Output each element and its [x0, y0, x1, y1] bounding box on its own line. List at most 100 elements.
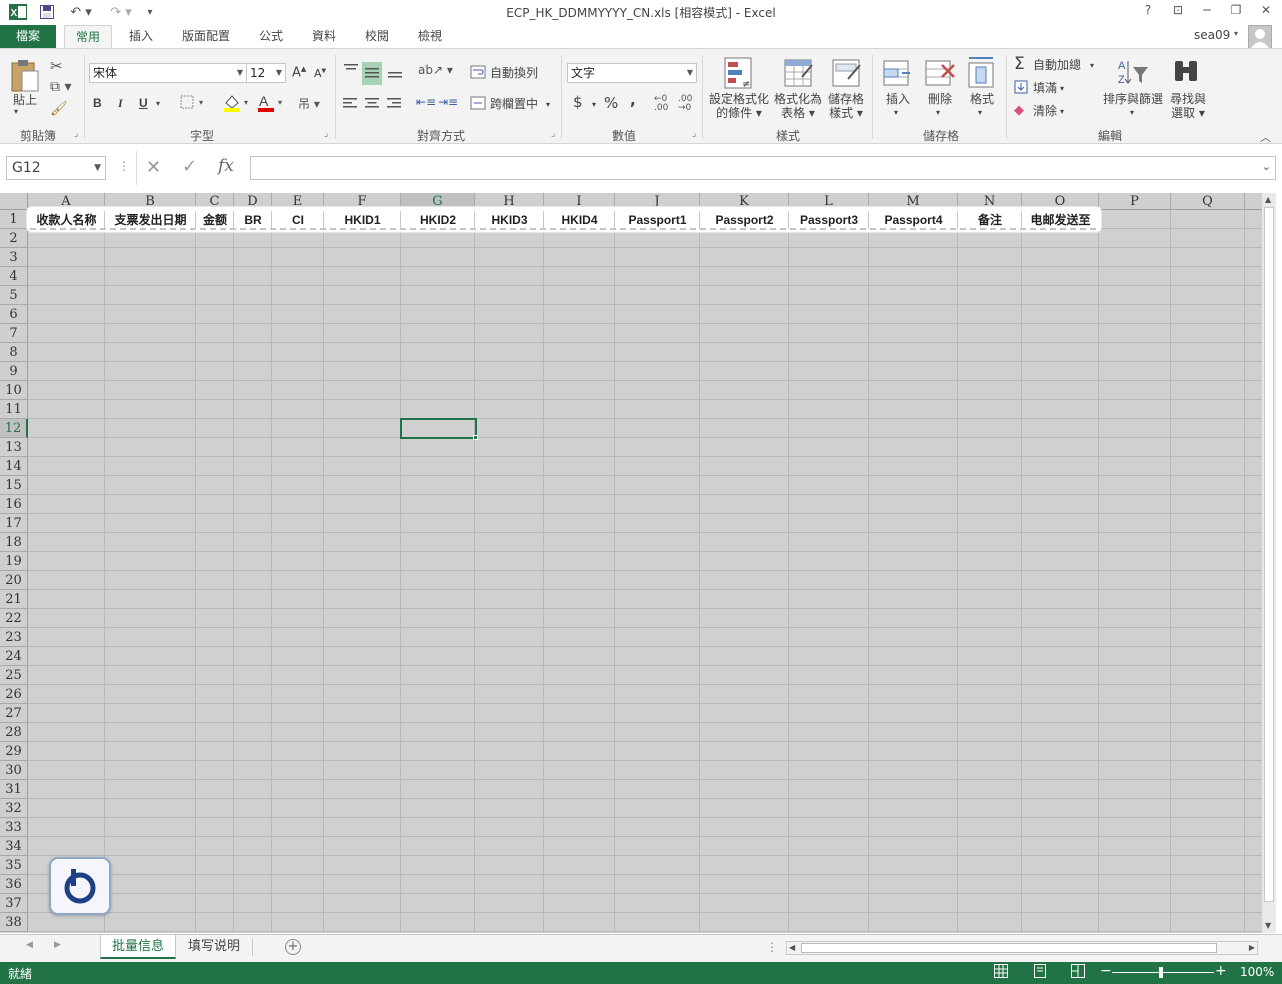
tab-data[interactable]: 資料	[301, 25, 347, 48]
customize-qat-icon[interactable]: ▾	[144, 3, 156, 21]
wrap-text-button[interactable]: 自動換列	[490, 66, 538, 80]
sort-dropdown-icon[interactable]: ▾	[1130, 106, 1134, 120]
currency-button[interactable]: $	[573, 95, 583, 110]
underline-button[interactable]: U	[139, 96, 148, 110]
tab-view[interactable]: 檢視	[407, 25, 453, 48]
insert-cells-icon[interactable]	[882, 57, 912, 92]
header-cell[interactable]: Passport2	[702, 212, 787, 228]
row-header[interactable]: 22	[0, 609, 28, 628]
wrap-text-icon[interactable]	[470, 65, 486, 82]
normal-view-icon[interactable]	[994, 964, 1008, 981]
binoculars-icon[interactable]	[1172, 57, 1202, 92]
scroll-left-icon[interactable]: ◀	[789, 942, 795, 954]
orientation-icon[interactable]: ab↗ ▾	[418, 63, 453, 77]
row-header[interactable]: 19	[0, 552, 28, 571]
row-header[interactable]: 13	[0, 438, 28, 457]
merge-dropdown-icon[interactable]: ▾	[546, 98, 550, 112]
row-header[interactable]: 24	[0, 647, 28, 666]
row-header[interactable]: 1	[0, 210, 28, 229]
row-header[interactable]: 8	[0, 343, 28, 362]
delete-cells-icon[interactable]	[924, 57, 956, 92]
merge-center-icon[interactable]	[470, 96, 486, 113]
align-center-icon[interactable]	[364, 97, 380, 112]
format-painter-icon[interactable]: 🖌	[50, 101, 68, 117]
redo-icon[interactable]: ↷ ▾	[106, 3, 136, 21]
help-button[interactable]: ?	[1138, 3, 1158, 21]
row-header[interactable]: 31	[0, 780, 28, 799]
tab-review[interactable]: 校閱	[354, 25, 400, 48]
row-header[interactable]: 20	[0, 571, 28, 590]
prev-sheet-icon[interactable]: ◀	[26, 940, 33, 950]
row-header[interactable]: 36	[0, 875, 28, 894]
tab-file[interactable]: 檔案	[0, 25, 56, 48]
row-header[interactable]: 11	[0, 400, 28, 419]
column-header[interactable]: Q	[1171, 193, 1245, 210]
header-cell[interactable]: 收款人名称	[30, 212, 103, 228]
header-cell[interactable]: CI	[274, 212, 322, 228]
name-box[interactable]: G12 ▼	[6, 156, 106, 180]
row-header[interactable]: 6	[0, 305, 28, 324]
row-header[interactable]: 2	[0, 229, 28, 248]
add-sheet-icon[interactable]: +	[285, 939, 301, 955]
insert-cells-button[interactable]: 插入	[884, 92, 912, 106]
fill-handle[interactable]	[473, 435, 478, 440]
row-header[interactable]: 17	[0, 514, 28, 533]
selected-cell[interactable]	[400, 418, 477, 439]
ribbon-display-button[interactable]: ⊡	[1168, 3, 1188, 21]
align-bottom-icon[interactable]	[386, 61, 404, 82]
page-break-view-icon[interactable]	[1071, 964, 1085, 981]
align-middle-icon[interactable]	[362, 62, 382, 85]
row-header[interactable]: 7	[0, 324, 28, 343]
close-button[interactable]: ✕	[1256, 3, 1276, 21]
header-cell[interactable]: 金额	[198, 212, 232, 228]
row-header[interactable]: 14	[0, 457, 28, 476]
row-header[interactable]: 26	[0, 685, 28, 704]
fill-dropdown-icon[interactable]: ▾	[1060, 82, 1064, 96]
sheet-tab-batch-info[interactable]: 批量信息	[100, 935, 176, 959]
format-as-table-button[interactable]: 格式化為 表格 ▾	[772, 92, 824, 120]
row-header[interactable]: 27	[0, 704, 28, 723]
tab-home[interactable]: 常用	[64, 25, 112, 48]
header-cell[interactable]: HKID1	[326, 212, 399, 228]
delete-cells-button[interactable]: 刪除	[926, 92, 954, 106]
align-left-icon[interactable]	[342, 97, 358, 112]
header-cell[interactable]: Passport4	[871, 212, 956, 228]
insert-dropdown-icon[interactable]: ▾	[894, 106, 898, 120]
row-header[interactable]: 18	[0, 533, 28, 552]
undo-icon[interactable]: ↶ ▾	[66, 3, 96, 21]
cell-styles-icon[interactable]	[832, 57, 862, 94]
row-header[interactable]: 10	[0, 381, 28, 400]
fill-button[interactable]: 填滿	[1033, 81, 1057, 95]
row-header[interactable]: 29	[0, 742, 28, 761]
find-select-button[interactable]: 尋找與 選取 ▾	[1166, 92, 1210, 120]
alignment-launcher-icon[interactable]: ⌟	[551, 129, 555, 139]
header-cell[interactable]: BR	[236, 212, 270, 228]
decrease-decimal-icon[interactable]: .00 →0	[678, 95, 692, 113]
header-cell[interactable]: 电邮发送至	[1024, 212, 1097, 228]
percent-button[interactable]: %	[604, 96, 618, 111]
header-cell[interactable]: Passport3	[791, 212, 867, 228]
scroll-right-icon[interactable]: ▶	[1249, 942, 1255, 954]
minimize-button[interactable]: ─	[1197, 3, 1217, 21]
copy-icon[interactable]: ⧉ ▾	[50, 79, 71, 95]
row-header[interactable]: 34	[0, 837, 28, 856]
collapse-ribbon-icon[interactable]: ︿	[1260, 129, 1271, 145]
bold-button[interactable]: B	[93, 96, 102, 110]
tab-split-handle-icon[interactable]: ⋮	[766, 940, 778, 954]
autosum-button[interactable]: 自動加總	[1033, 58, 1081, 72]
format-cells-icon[interactable]	[966, 55, 996, 92]
scroll-thumb[interactable]	[801, 943, 1217, 953]
conditional-format-button[interactable]: 設定格式化 的條件 ▾	[708, 92, 770, 120]
zoom-slider-track[interactable]	[1112, 972, 1214, 973]
row-header[interactable]: 25	[0, 666, 28, 685]
sort-filter-button[interactable]: 排序與篩選	[1102, 92, 1164, 106]
page-layout-view-icon[interactable]	[1033, 964, 1047, 981]
scroll-down-icon[interactable]: ▼	[1265, 921, 1271, 930]
row-header[interactable]: 37	[0, 894, 28, 913]
restore-button[interactable]: ❐	[1226, 3, 1246, 21]
header-cell[interactable]: 支票发出日期	[107, 212, 194, 228]
row-header[interactable]: 3	[0, 248, 28, 267]
fill-color-icon[interactable]: ▾	[222, 93, 252, 116]
zoom-out-icon[interactable]: −	[1100, 963, 1112, 979]
zoom-in-icon[interactable]: +	[1215, 963, 1227, 979]
